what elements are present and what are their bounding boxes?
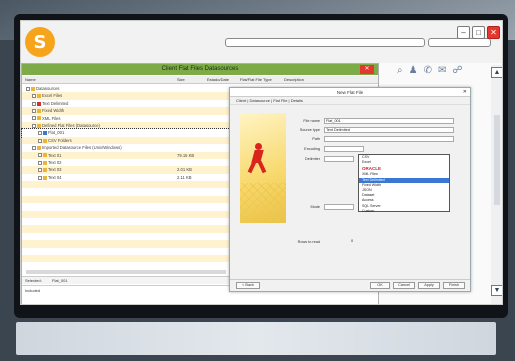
status-value: Flat_001	[52, 278, 68, 283]
maximize-button[interactable]: □	[472, 26, 485, 39]
field-label: Delimiter	[305, 157, 320, 161]
row-name: Text Delimited	[42, 100, 69, 106]
row-name: Text 04	[48, 174, 62, 180]
dialog-close-icon[interactable]: ✕	[463, 88, 467, 97]
dialog-footer: < Back OK Cancel Apply Finish	[230, 279, 470, 291]
cancel-button[interactable]: Cancel	[393, 282, 415, 289]
right-scrollbar[interactable]: ▲ ▼	[491, 65, 502, 304]
row-name: Datasources	[36, 86, 60, 91]
mode-input[interactable]	[324, 204, 354, 210]
scroll-thumb[interactable]	[494, 115, 500, 205]
field-label: Encoding	[304, 147, 320, 151]
row-name: Text 01	[48, 152, 62, 158]
dropdown-option[interactable]: Custom	[359, 209, 449, 214]
horizontal-scrollbar[interactable]	[26, 270, 226, 274]
row-name: Text 03	[48, 167, 62, 173]
field-label: Path	[312, 137, 320, 141]
row-size: 2.01 KB	[177, 167, 192, 173]
grid-artwork	[240, 183, 286, 223]
apply-button[interactable]: Apply	[418, 282, 440, 289]
app-topbar: S – □ ✕	[21, 21, 502, 63]
dialog-breadcrumb: Client | Datasource | Flat File | Detail…	[230, 97, 470, 105]
column-header: Name Size Estado/Date Flat/Flat File Typ…	[22, 76, 378, 84]
monitor-stand	[16, 322, 496, 355]
ok-button[interactable]: OK	[370, 282, 390, 289]
new-flat-file-dialog: New Flat File ✕ Client | Datasource | Fl…	[229, 87, 471, 292]
rows-label: Rows to read	[297, 240, 320, 244]
finish-button[interactable]: Finish	[443, 282, 465, 289]
runner-icon	[247, 143, 268, 174]
path-input[interactable]	[324, 136, 454, 142]
delimiter-input[interactable]	[324, 156, 354, 162]
row-name: Fixed Width	[42, 108, 65, 114]
scroll-up-icon[interactable]: ▲	[491, 67, 502, 78]
row-name: Imported Datasource Files (Unix/Windows)	[42, 145, 122, 151]
address-field[interactable]	[225, 38, 425, 47]
window-title-bar: Client Flat Files Datasources ✕	[22, 64, 378, 75]
status-label: Selected:	[25, 278, 42, 283]
column-date[interactable]: Estado/Date	[207, 76, 229, 84]
phone-icon[interactable]: ✆	[424, 65, 432, 76]
minimize-button[interactable]: –	[457, 26, 470, 39]
mail-icon[interactable]: ✉	[438, 65, 446, 76]
window-close-button[interactable]: ✕	[360, 65, 374, 74]
search-icon[interactable]: ⌕	[397, 65, 403, 76]
back-button[interactable]: < Back	[236, 282, 260, 289]
row-name: Text 02	[48, 159, 62, 165]
oracle-option[interactable]: ORACLE	[359, 165, 449, 172]
field-label: Source type	[299, 128, 320, 132]
row-name: Flat_001	[48, 130, 65, 136]
wizard-illustration	[240, 113, 286, 223]
user-icon[interactable]: ♟	[409, 65, 418, 76]
column-name[interactable]: Name	[25, 76, 36, 84]
column-description[interactable]: Description	[284, 76, 304, 84]
scroll-down-icon[interactable]: ▼	[491, 285, 502, 296]
search-field[interactable]	[428, 38, 491, 47]
row-name: Excel Files	[42, 93, 63, 99]
dialog-title: New Flat File	[336, 90, 364, 95]
field-label: Mode	[310, 205, 321, 209]
app-logo: S	[25, 27, 55, 57]
column-size[interactable]: Size	[177, 76, 185, 84]
close-button[interactable]: ✕	[487, 26, 500, 39]
encoding-input[interactable]	[324, 146, 364, 152]
window-title: Client Flat Files Datasources	[161, 66, 239, 72]
screen: S – □ ✕ ⌕ ♟ ✆ ✉ ☍ ▲ ▼ Client Flat Files …	[20, 20, 503, 305]
toolbar-icons: ⌕ ♟ ✆ ✉ ☍	[397, 65, 463, 76]
field-label: File name	[303, 119, 320, 123]
source-type-dropdown[interactable]: CSV Excel ORACLE XML Files Text Delimite…	[358, 154, 450, 214]
rows-value[interactable]: 0	[350, 239, 370, 245]
source-type-select[interactable]: Text Delimited	[324, 127, 454, 133]
row-size: 2.11 KB	[177, 174, 192, 180]
dialog-title-bar: New Flat File ✕	[230, 88, 470, 97]
row-name: Defined Flat Files (Datasource)	[42, 122, 100, 128]
column-type[interactable]: Flat/Flat File Type	[240, 76, 272, 84]
file-name-input[interactable]: Flat_001	[324, 118, 454, 124]
share-icon[interactable]: ☍	[452, 65, 462, 76]
row-size: 79.15 KB	[177, 152, 195, 158]
row-name: CSV Folders	[48, 137, 72, 143]
row-name: XML Files	[42, 115, 61, 121]
footer-label: Included	[25, 288, 41, 293]
